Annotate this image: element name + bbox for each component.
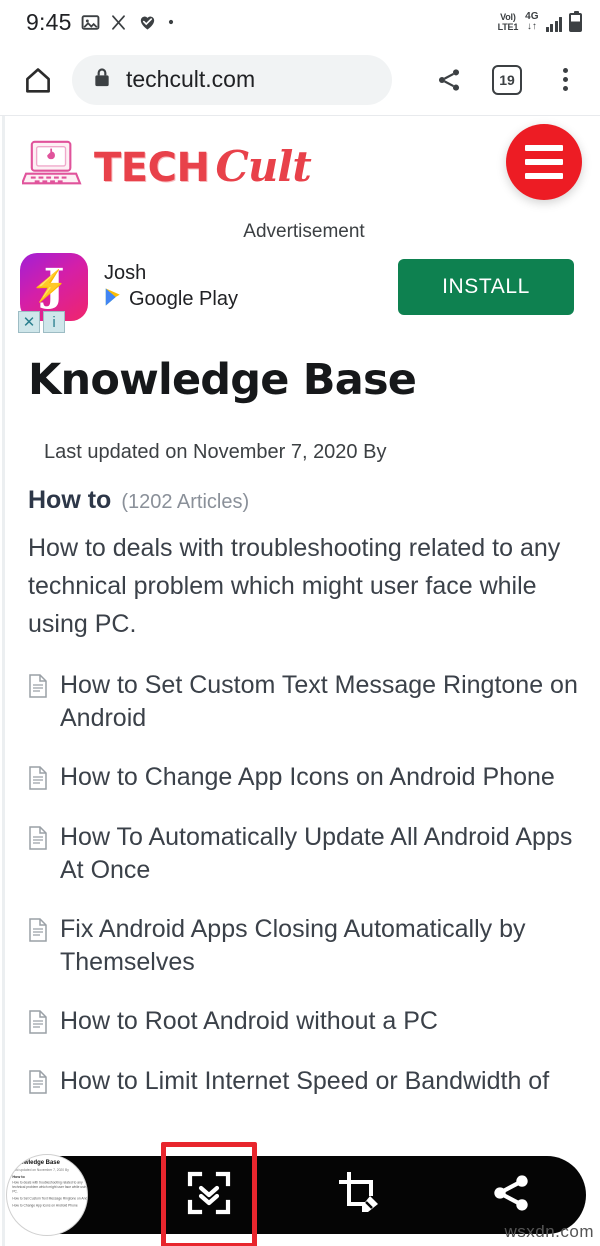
- share-icon[interactable]: [432, 63, 466, 97]
- list-item[interactable]: How to Set Custom Text Message Ringtone …: [28, 669, 578, 735]
- signal-bars-icon: [545, 17, 562, 32]
- thumbnail-preview: Knowledge Base Last updated on November …: [12, 1158, 88, 1208]
- advertisement-block: Advertisement J ⚡ Josh Google Play INSTA…: [8, 209, 600, 333]
- document-icon: [28, 918, 48, 947]
- crop-edit-button[interactable]: [285, 1156, 436, 1234]
- document-icon: [28, 766, 48, 795]
- status-time: 9:45: [26, 8, 72, 35]
- lightning-bolt-icon: ⚡: [30, 269, 69, 303]
- thumb-list-item: How to Change App Icons on Android Phone: [12, 1203, 78, 1208]
- screenshot-thumbnail[interactable]: Knowledge Base Last updated on November …: [6, 1154, 88, 1236]
- page-left-edge: [2, 116, 5, 1246]
- list-item[interactable]: How to Limit Internet Speed or Bandwidth…: [28, 1065, 578, 1099]
- address-bar[interactable]: techcult.com: [72, 54, 392, 105]
- list-item[interactable]: How to Root Android without a PC: [28, 1005, 578, 1039]
- logo-cult-text: Cult: [215, 142, 311, 191]
- screenshot-toolbar: Knowledge Base Last updated on November …: [6, 1154, 586, 1236]
- article-link[interactable]: How to Limit Internet Speed or Bandwidth…: [60, 1065, 549, 1098]
- browser-toolbar: techcult.com 19: [0, 44, 600, 116]
- last-updated-text: Last updated on November 7, 2020 By: [44, 441, 387, 463]
- article-link[interactable]: Fix Android Apps Closing Automatically b…: [60, 913, 578, 979]
- ad-store-row: Google Play: [104, 287, 238, 312]
- scroll-capture-icon: [186, 1170, 232, 1221]
- section-article-count: (1202 Articles): [121, 491, 250, 513]
- list-item[interactable]: How To Automatically Update All Android …: [28, 821, 578, 887]
- thumb-title: Knowledge Base: [12, 1158, 60, 1166]
- thumb-subtitle: Last updated on November 7, 2020 By: [12, 1168, 69, 1172]
- home-icon[interactable]: [18, 60, 58, 100]
- status-bar-left: 9:45: [26, 9, 175, 36]
- list-item[interactable]: Fix Android Apps Closing Automatically b…: [28, 913, 578, 979]
- watermark: wsxdn.com: [504, 1222, 594, 1241]
- ad-text-block: Josh Google Play: [104, 262, 238, 312]
- thumb-heading: How to: [12, 1174, 25, 1179]
- document-icon: [28, 1070, 48, 1099]
- ad-row[interactable]: J ⚡ Josh Google Play INSTALL ✕ i: [8, 253, 600, 333]
- share-icon: [489, 1171, 533, 1220]
- article-link[interactable]: How to Root Android without a PC: [60, 1005, 438, 1038]
- webpage-content: TECH Cult Advertisement J ⚡ Josh Google …: [0, 116, 600, 1246]
- document-icon: [28, 826, 48, 855]
- scissors-icon: [109, 13, 128, 32]
- ad-store-name: Google Play: [129, 288, 238, 310]
- tab-counter-button[interactable]: 19: [492, 64, 522, 95]
- site-logo[interactable]: TECH Cult: [20, 138, 312, 195]
- status-bar-right: Vol) LTE1 4G ↓↑: [497, 11, 582, 32]
- section-header: How to (1202 Articles): [28, 464, 578, 515]
- ad-label: Advertisement: [243, 221, 365, 242]
- document-icon: [28, 674, 48, 703]
- crop-edit-icon: [337, 1170, 383, 1221]
- network-indicator: 4G ↓↑: [525, 11, 539, 32]
- section-title: How to: [28, 486, 112, 514]
- page-title: Knowledge Base: [28, 355, 417, 405]
- ad-install-button[interactable]: INSTALL: [398, 259, 574, 315]
- list-item[interactable]: How to Change App Icons on Android Phone: [28, 761, 578, 795]
- ad-app-name: Josh: [104, 262, 147, 284]
- url-text: techcult.com: [126, 66, 256, 92]
- battery-icon: [569, 11, 582, 32]
- kebab-menu-icon[interactable]: [548, 63, 582, 97]
- laptop-logo-icon: [20, 138, 84, 195]
- google-play-icon: [104, 287, 122, 312]
- article-link[interactable]: How To Automatically Update All Android …: [60, 821, 578, 887]
- thumb-list-item: How to Set Custom Text Message Ringtone …: [12, 1196, 88, 1201]
- browser-actions: 19: [432, 63, 582, 97]
- dot-icon: [167, 18, 175, 26]
- section-description: How to deals with troubleshooting relate…: [28, 534, 561, 638]
- logo-tech-text: TECH: [94, 145, 210, 191]
- volte-indicator: Vol) LTE1: [497, 12, 519, 32]
- lock-icon: [92, 66, 112, 93]
- ad-info-icon[interactable]: i: [43, 311, 65, 333]
- scroll-capture-button[interactable]: [134, 1156, 285, 1234]
- ad-badges: ✕ i: [18, 311, 65, 333]
- article-link[interactable]: How to Set Custom Text Message Ringtone …: [60, 669, 578, 735]
- article-link-list: How to Set Custom Text Message Ringtone …: [28, 643, 578, 1099]
- site-header: TECH Cult: [8, 116, 600, 209]
- image-icon: [81, 13, 100, 32]
- status-bar: 9:45 Vol) LTE1 4G ↓↑: [0, 0, 600, 44]
- document-icon: [28, 1010, 48, 1039]
- article-content: Knowledge Base Last updated on November …: [8, 321, 600, 1099]
- article-link[interactable]: How to Change App Icons on Android Phone: [60, 761, 555, 794]
- phone-screen: 9:45 Vol) LTE1 4G ↓↑ techcult.com 19 TEC…: [0, 0, 600, 1246]
- thumb-paragraph: How to deals with troubleshooting relate…: [12, 1180, 88, 1194]
- ad-close-icon[interactable]: ✕: [18, 311, 40, 333]
- heart-icon: [137, 12, 158, 32]
- hamburger-menu-button[interactable]: [506, 124, 582, 200]
